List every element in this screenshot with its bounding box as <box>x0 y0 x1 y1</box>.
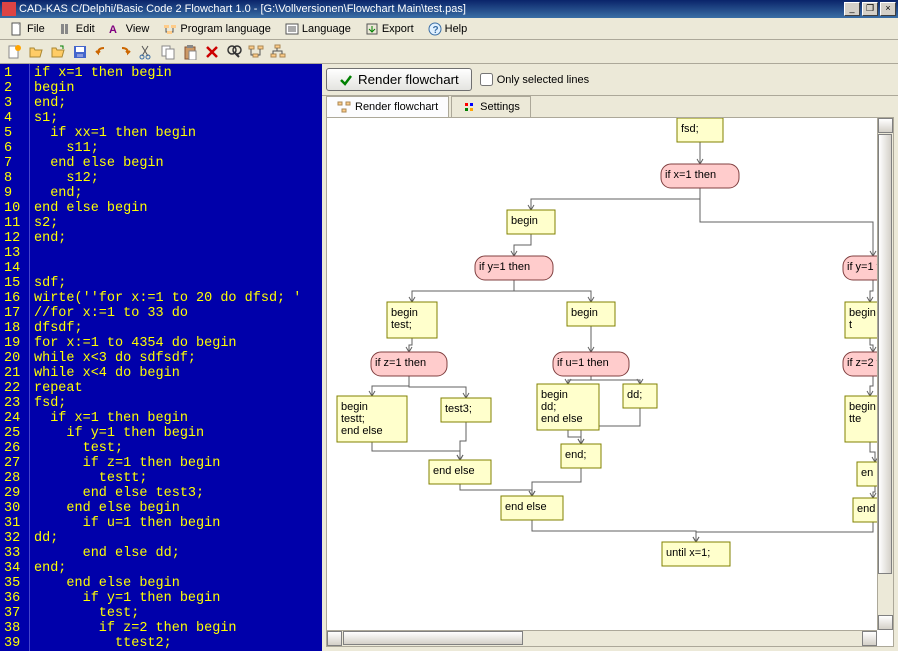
svg-text:t: t <box>849 319 852 331</box>
svg-text:end else: end else <box>505 501 547 513</box>
menubar: File Edit A View Program language Languag… <box>0 18 898 40</box>
menu-proglang[interactable]: Program language <box>157 20 277 38</box>
svg-text:A: A <box>109 24 117 36</box>
svg-text:end else: end else <box>341 425 383 437</box>
menu-export[interactable]: Export <box>359 20 420 38</box>
menu-language[interactable]: Language <box>279 20 357 38</box>
copy-button[interactable] <box>158 42 178 62</box>
render-toolbar: Render flowchart Only selected lines <box>322 64 898 96</box>
svg-text:dd;: dd; <box>541 401 556 413</box>
new-button[interactable] <box>4 42 24 62</box>
menu-language-label: Language <box>302 23 351 35</box>
window-title: CAD-KAS C/Delphi/Basic Code 2 Flowchart … <box>19 3 844 15</box>
flowchart-icon <box>337 100 351 114</box>
menu-help[interactable]: ? Help <box>422 20 474 38</box>
menu-export-label: Export <box>382 23 414 35</box>
render-button-label: Render flowchart <box>358 72 459 87</box>
svg-text:test;: test; <box>391 319 412 331</box>
menu-help-label: Help <box>445 23 468 35</box>
menu-edit-label: Edit <box>76 23 95 35</box>
code-lines[interactable]: if x=1 then beginbeginend;s1; if xx=1 th… <box>30 64 322 651</box>
svg-text:testt;: testt; <box>341 413 365 425</box>
only-selected-checkbox[interactable] <box>480 73 493 86</box>
app-icon <box>2 2 16 16</box>
svg-text:?: ? <box>432 25 438 36</box>
tab-bar: Render flowchart Settings <box>322 96 898 117</box>
svg-text:begin: begin <box>341 401 368 413</box>
svg-text:end else: end else <box>541 413 583 425</box>
open2-button[interactable] <box>48 42 68 62</box>
svg-text:if z=2 t: if z=2 t <box>847 357 880 369</box>
redo-button[interactable] <box>114 42 134 62</box>
svg-text:if y=1 then: if y=1 then <box>479 261 530 273</box>
scroll-left-button[interactable] <box>327 631 342 646</box>
menu-file-label: File <box>27 23 45 35</box>
svg-text:if x=1 then: if x=1 then <box>665 169 716 181</box>
line-numbers: 1234567891011121314151617181920212223242… <box>0 64 30 651</box>
tab-settings[interactable]: Settings <box>451 96 531 117</box>
only-selected-label: Only selected lines <box>497 74 589 86</box>
render-flowchart-button[interactable]: Render flowchart <box>326 68 472 91</box>
svg-text:begin: begin <box>571 307 598 319</box>
horizontal-scrollbar[interactable] <box>327 630 877 646</box>
svg-text:dd;: dd; <box>627 389 642 401</box>
scroll-thumb-h[interactable] <box>343 631 523 645</box>
main-area: 1234567891011121314151617181920212223242… <box>0 64 898 651</box>
titlebar: CAD-KAS C/Delphi/Basic Code 2 Flowchart … <box>0 0 898 18</box>
paste-button[interactable] <box>180 42 200 62</box>
svg-text:until x=1;: until x=1; <box>666 547 710 559</box>
check-icon <box>339 73 353 87</box>
tab-render-label: Render flowchart <box>355 101 438 113</box>
flowchart-button[interactable] <box>246 42 266 62</box>
code-editor[interactable]: 1234567891011121314151617181920212223242… <box>0 64 322 651</box>
scroll-right-button[interactable] <box>862 631 877 646</box>
svg-text:end else: end else <box>433 465 475 477</box>
menu-file[interactable]: File <box>4 20 51 38</box>
svg-text:end;: end; <box>565 449 586 461</box>
delete-button[interactable] <box>202 42 222 62</box>
menu-proglang-label: Program language <box>180 23 271 35</box>
scroll-down-button[interactable] <box>878 615 893 630</box>
svg-text:begin: begin <box>541 389 568 401</box>
tab-render-flowchart[interactable]: Render flowchart <box>326 96 449 117</box>
svg-text:en: en <box>861 467 873 479</box>
vertical-scrollbar[interactable] <box>877 118 893 630</box>
scroll-up-button[interactable] <box>878 118 893 133</box>
svg-text:begin: begin <box>849 307 876 319</box>
settings-icon <box>462 100 476 114</box>
restore-button[interactable]: ❐ <box>862 2 878 16</box>
svg-text:fsd;: fsd; <box>681 123 699 135</box>
svg-text:tte: tte <box>849 413 861 425</box>
cut-button[interactable] <box>136 42 156 62</box>
find-button[interactable] <box>224 42 244 62</box>
svg-text:begin: begin <box>391 307 418 319</box>
svg-text:begin: begin <box>849 401 876 413</box>
open-button[interactable] <box>26 42 46 62</box>
menu-view-label: View <box>126 23 150 35</box>
menu-view[interactable]: A View <box>103 20 156 38</box>
minimize-button[interactable]: _ <box>844 2 860 16</box>
svg-text:test3;: test3; <box>445 403 472 415</box>
scroll-thumb-v[interactable] <box>878 134 892 574</box>
menu-edit[interactable]: Edit <box>53 20 101 38</box>
close-button[interactable]: × <box>880 2 896 16</box>
svg-text:if u=1 then: if u=1 then <box>557 357 609 369</box>
toolbar <box>0 40 898 64</box>
flowchart-panel: Render flowchart Only selected lines Ren… <box>322 64 898 651</box>
svg-text:end: end <box>857 503 875 515</box>
svg-text:begin: begin <box>511 215 538 227</box>
save-button[interactable] <box>70 42 90 62</box>
flowchart2-button[interactable] <box>268 42 288 62</box>
flowchart-canvas[interactable]: fsd;if x=1 thenbeginif y=1 thenbegintest… <box>326 117 894 647</box>
tab-settings-label: Settings <box>480 101 520 113</box>
svg-text:if z=1 then: if z=1 then <box>375 357 426 369</box>
undo-button[interactable] <box>92 42 112 62</box>
svg-text:if y=1 t: if y=1 t <box>847 261 880 273</box>
